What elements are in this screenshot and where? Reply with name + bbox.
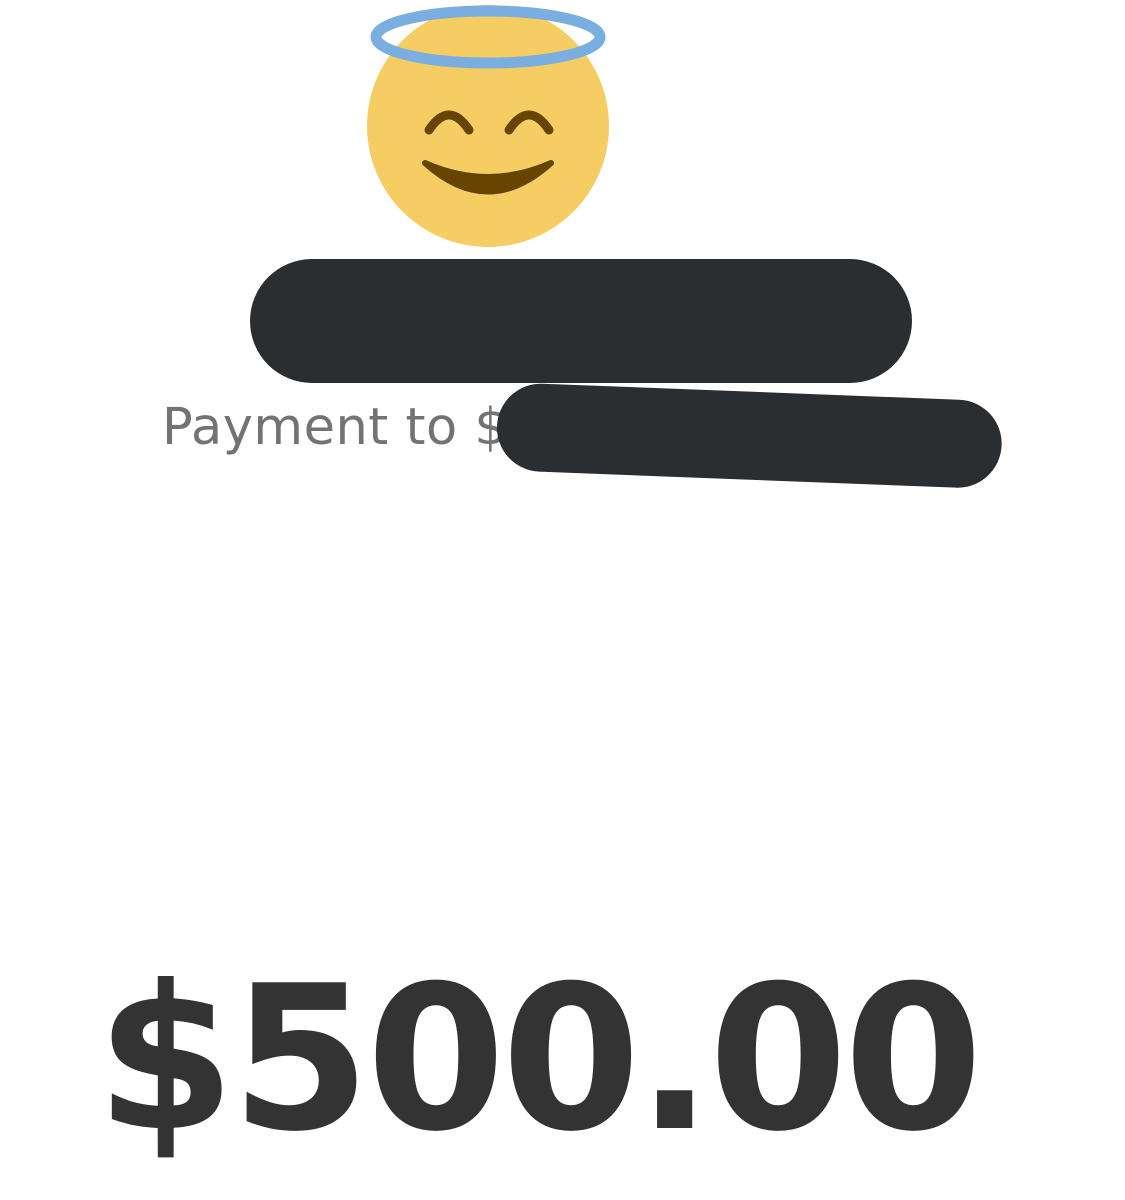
redacted-recipient-name	[250, 259, 912, 383]
payment-to-label: Payment to $	[162, 398, 508, 457]
payment-amount: $500.00	[96, 943, 983, 1176]
avatar-emoji	[367, 5, 609, 247]
smiling-face-with-halo-icon	[362, 0, 614, 252]
redacted-cashtag	[495, 382, 1004, 490]
